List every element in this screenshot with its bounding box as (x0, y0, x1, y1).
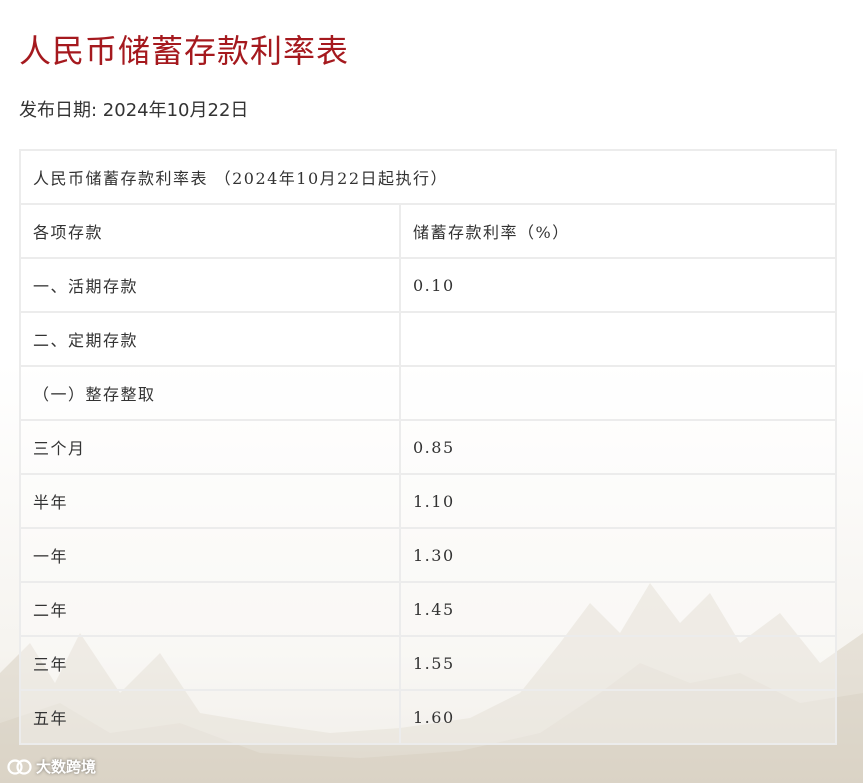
row-rate: 1.55 (399, 635, 837, 691)
row-label: 二年 (19, 581, 401, 637)
row-label: 半年 (19, 473, 401, 529)
row-label: 一年 (19, 527, 401, 583)
row-rate: 1.30 (399, 527, 837, 583)
table-row: 三个月 0.85 (19, 419, 837, 475)
row-rate: 1.10 (399, 473, 837, 529)
row-rate (399, 365, 837, 421)
header-category: 各项存款 (19, 203, 401, 259)
publish-date-value: 2024年10月22日 (102, 100, 249, 121)
deposit-rate-table: 人民币储蓄存款利率表 （2024年10月22日起执行） 各项存款 储蓄存款利率（… (19, 149, 837, 745)
publish-date-row: 发布日期: 2024年10月22日 (19, 96, 248, 122)
table-row: 五年 1.60 (19, 689, 837, 745)
row-rate: 0.85 (399, 419, 837, 475)
row-rate: 1.45 (399, 581, 837, 637)
row-rate (399, 311, 837, 367)
table-row: （一）整存整取 (19, 365, 837, 421)
table-caption: 人民币储蓄存款利率表 （2024年10月22日起执行） (19, 149, 837, 205)
watermark: 大数跨境 (6, 756, 96, 777)
table-header-row: 各项存款 储蓄存款利率（%） (19, 203, 837, 259)
table-caption-row: 人民币储蓄存款利率表 （2024年10月22日起执行） (19, 149, 837, 205)
header-rate: 储蓄存款利率（%） (399, 203, 837, 259)
row-label: 三个月 (19, 419, 401, 475)
table-row: 半年 1.10 (19, 473, 837, 529)
table-row: 二年 1.45 (19, 581, 837, 637)
row-label: 二、定期存款 (19, 311, 401, 367)
page-title: 人民币储蓄存款利率表 (19, 32, 350, 70)
table-row: 一年 1.30 (19, 527, 837, 583)
watermark-logo-icon (7, 758, 32, 775)
table-row: 二、定期存款 (19, 311, 837, 367)
row-label: 五年 (19, 689, 401, 745)
watermark-text: 大数跨境 (36, 758, 97, 776)
publish-date-label: 发布日期: (19, 100, 103, 121)
table-row: 三年 1.55 (19, 635, 837, 691)
table-row: 一、活期存款 0.10 (19, 257, 837, 313)
row-rate: 0.10 (399, 257, 837, 313)
row-label: 三年 (19, 635, 401, 691)
row-rate: 1.60 (399, 689, 837, 745)
row-label: （一）整存整取 (19, 365, 401, 421)
row-label: 一、活期存款 (19, 257, 401, 313)
